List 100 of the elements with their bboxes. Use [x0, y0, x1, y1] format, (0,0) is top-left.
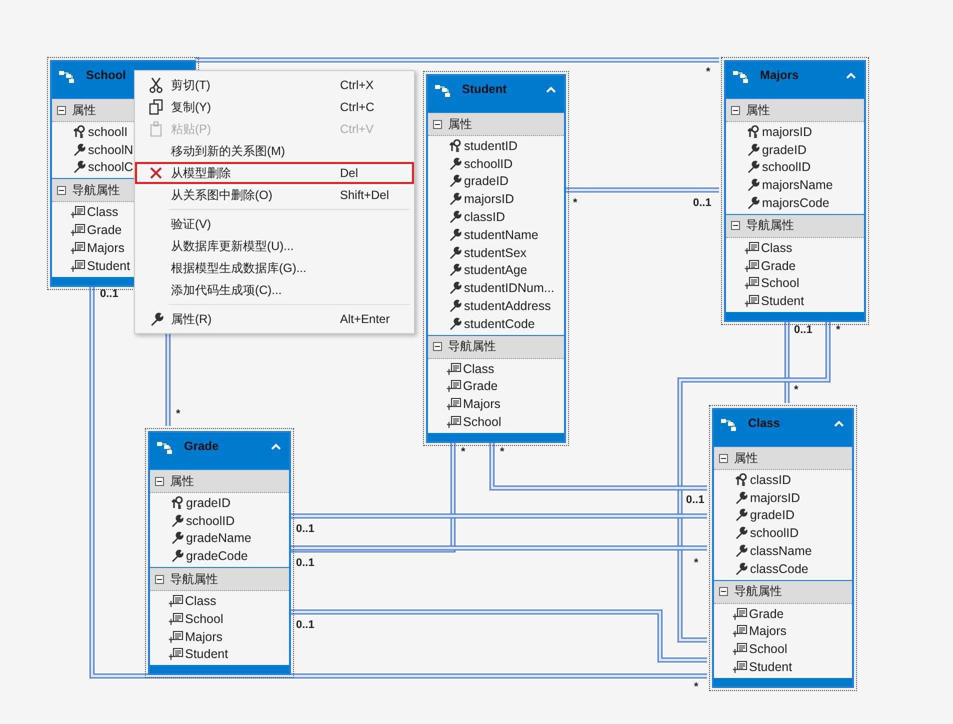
wrench-icon	[734, 562, 748, 576]
navigation-property-name[interactable]: Student	[761, 293, 804, 310]
property-name[interactable]: classCode	[750, 560, 808, 577]
property-name[interactable]: schoolID	[464, 156, 513, 172]
property-name[interactable]: classID	[464, 209, 505, 226]
entity-shape[interactable]: Class 属性 classID majorsID gradeID schoolID className classCode 导航属性 Grade Majors School Student	[712, 408, 854, 688]
menu-item[interactable]: 属性(R) Alt+Enter	[135, 308, 414, 330]
section-title: 属性	[448, 116, 472, 132]
navigation-property-name[interactable]: Student	[87, 258, 130, 274]
property-name[interactable]: studentCode	[464, 316, 535, 332]
multiplicity-label: 0..1	[296, 619, 314, 631]
section-header[interactable]: 属性	[714, 446, 852, 470]
entity-header[interactable]: Majors	[726, 62, 864, 98]
property-name[interactable]: studentAddress	[464, 298, 551, 314]
entity-title: Class	[748, 416, 782, 430]
property-name[interactable]: schoolC	[88, 159, 134, 176]
entity-header[interactable]: Student	[428, 76, 564, 112]
entity-header[interactable]: Grade	[150, 433, 289, 469]
property-name[interactable]: gradeID	[762, 142, 806, 158]
property-name[interactable]: gradeID	[464, 173, 508, 190]
navigation-property-name[interactable]: Grade	[463, 378, 498, 394]
entity-shape[interactable]: Student 属性 studentID schoolID gradeID majorsID classID studentName studentSex studentAge studentIDNum... studentAddress studentCode 导航属性 Class Grade Majors School	[426, 74, 566, 443]
property-name[interactable]: schoolID	[762, 159, 811, 176]
collapse-icon[interactable]	[731, 221, 740, 230]
entity-header[interactable]: Class	[714, 410, 852, 446]
property-name[interactable]: majorsID	[464, 191, 514, 208]
section-title: 导航属性	[72, 182, 120, 199]
multiplicity-label: *	[794, 384, 798, 396]
navigation-property-name[interactable]: Majors	[463, 396, 501, 412]
property-name[interactable]: majorsName	[762, 177, 833, 194]
wrench-icon	[746, 142, 760, 157]
navigation-property-name[interactable]: Student	[185, 646, 228, 662]
property-name[interactable]: schoolID	[186, 512, 235, 529]
property-name[interactable]: studentID	[464, 138, 518, 154]
navigation-property-icon	[168, 647, 184, 662]
property-name[interactable]: gradeCode	[186, 548, 248, 564]
navigation-property-name[interactable]: School	[185, 610, 224, 627]
entity-title: School	[86, 68, 128, 82]
collapse-icon[interactable]	[719, 454, 728, 462]
collapse-icon[interactable]	[719, 587, 728, 596]
property-name[interactable]: schoolID	[750, 525, 799, 542]
navigation-property-name[interactable]: Student	[749, 659, 792, 676]
section-header[interactable]: 导航属性	[150, 567, 289, 592]
menu-item[interactable]: 从模型删除 Del	[135, 162, 414, 184]
property-name[interactable]: gradeID	[750, 507, 794, 524]
navigation-property-icon	[744, 240, 760, 255]
entity-shape[interactable]: Grade 属性 gradeID schoolID gradeName gradeCode 导航属性 Class School Majors Student	[148, 431, 291, 676]
multiplicity-label: 0..1	[693, 197, 712, 209]
property-name[interactable]: majorsID	[762, 124, 812, 140]
property-name[interactable]: majorsCode	[762, 195, 830, 212]
section-header[interactable]: 导航属性	[428, 334, 564, 359]
navigation-property-icon	[732, 606, 748, 621]
property-name[interactable]: studentName	[464, 226, 538, 243]
navigation-property-icon	[446, 397, 462, 412]
property-name[interactable]: studentAge	[464, 262, 528, 278]
navigation-property-icon	[744, 294, 760, 308]
navigation-property-name[interactable]: Class	[463, 360, 494, 377]
navigation-property-name[interactable]: Majors	[749, 623, 787, 640]
section-header[interactable]: 导航属性	[714, 580, 852, 604]
navigation-property-name[interactable]: Majors	[87, 240, 125, 256]
collapse-icon[interactable]	[433, 120, 442, 128]
collapse-icon[interactable]	[57, 106, 66, 114]
collapse-icon[interactable]	[731, 106, 740, 114]
property-name[interactable]: majorsID	[750, 490, 800, 506]
navigation-property-name[interactable]: Grade	[761, 258, 796, 274]
section-title: 导航属性	[170, 570, 218, 588]
navigation-property-name[interactable]: School	[749, 641, 788, 658]
multiplicity-label: 0..1	[100, 288, 118, 300]
wrench-icon	[170, 549, 184, 564]
navigation-property-name[interactable]: School	[761, 275, 800, 292]
key-icon	[72, 124, 86, 139]
property-name[interactable]: classID	[750, 472, 791, 488]
navigation-property-name[interactable]: Class	[87, 204, 118, 220]
navigation-property-name[interactable]: Grade	[749, 606, 784, 622]
key-icon	[746, 124, 760, 139]
section-header[interactable]: 属性	[150, 469, 289, 493]
property-name[interactable]: schoolN	[88, 142, 134, 158]
navigation-property-name[interactable]: Class	[761, 240, 792, 256]
property-name[interactable]: schoolI	[88, 124, 128, 140]
property-name[interactable]: studentIDNum...	[464, 280, 554, 296]
property-name[interactable]: className	[750, 543, 812, 560]
navigation-property-name[interactable]: Grade	[87, 222, 122, 238]
section-header[interactable]: 属性	[428, 112, 564, 136]
navigation-property-name[interactable]: Majors	[185, 628, 223, 645]
navigation-property-name[interactable]: Class	[185, 593, 216, 610]
navigation-property-name[interactable]: School	[463, 414, 502, 430]
entity-icon	[434, 83, 452, 97]
property-name[interactable]: gradeName	[186, 530, 252, 546]
navigation-property-icon	[732, 624, 748, 638]
wrench-icon	[170, 514, 184, 528]
collapse-icon[interactable]	[433, 342, 442, 352]
delete-icon	[149, 166, 163, 180]
section-header[interactable]: 导航属性	[726, 214, 864, 238]
property-name[interactable]: gradeID	[186, 494, 230, 511]
entity-shape[interactable]: Majors 属性 majorsID gradeID schoolID majorsName majorsCode 导航属性 Class Grade School Student	[724, 60, 866, 322]
collapse-icon[interactable]	[155, 574, 164, 584]
section-header[interactable]: 属性	[726, 98, 864, 122]
collapse-icon[interactable]	[155, 476, 164, 486]
property-name[interactable]: studentSex	[464, 244, 527, 261]
collapse-icon[interactable]	[57, 186, 66, 195]
